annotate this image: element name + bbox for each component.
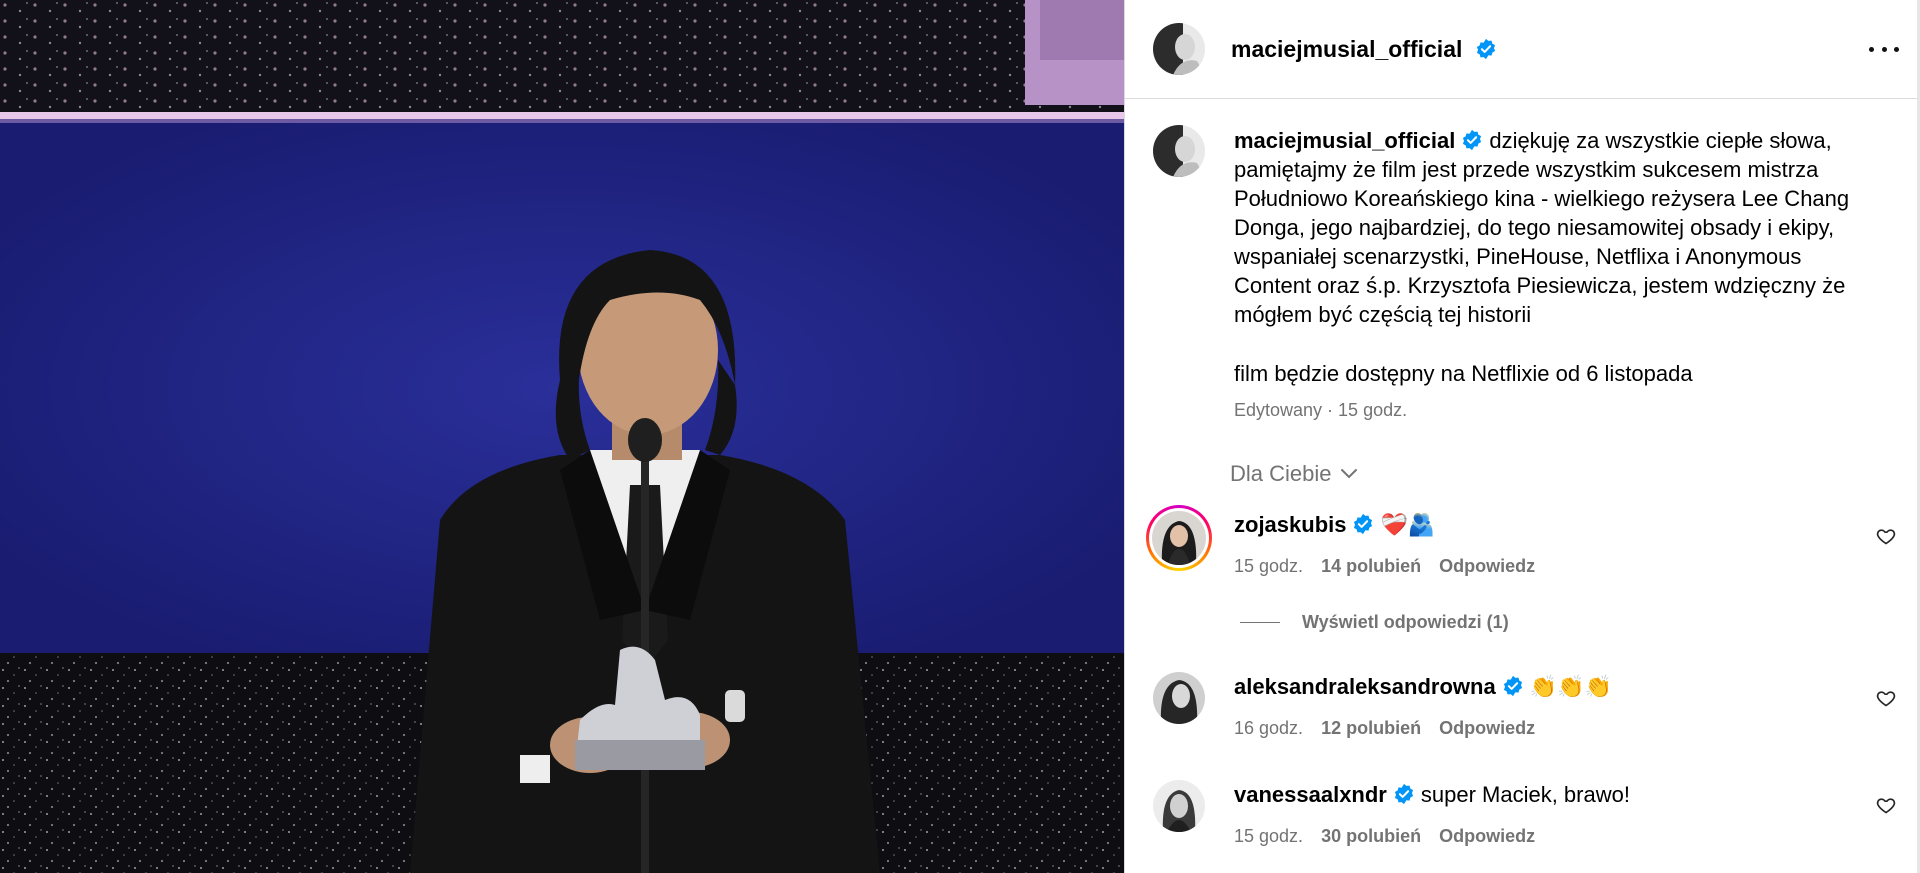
reply-button[interactable]: Odpowiedz (1439, 826, 1535, 847)
verified-badge-icon (1476, 38, 1495, 60)
comment-time[interactable]: 15 godz. (1234, 556, 1303, 577)
comment-username[interactable]: aleksandraleksandrowna (1234, 674, 1496, 699)
caption-text: dziękuję za wszystkie ciepłe słowa, pami… (1234, 128, 1850, 327)
commenter-avatar[interactable] (1153, 672, 1205, 724)
comment-1-meta: 15 godz. 14 polubień Odpowiedz (1234, 556, 1535, 577)
chevron-down-icon (1340, 469, 1357, 479)
verified-badge-icon (1503, 675, 1522, 697)
comment-likes[interactable]: 12 polubień (1321, 718, 1421, 739)
heart-icon[interactable] (1876, 526, 1896, 546)
comments-sort-label[interactable]: Dla Ciebie (1230, 461, 1332, 487)
post-media[interactable] (0, 0, 1124, 873)
story-ring-avatar[interactable] (1146, 505, 1212, 571)
comment-likes[interactable]: 30 polubień (1321, 826, 1421, 847)
comment-3: vanessaalxndr super Maciek, brawo! (1234, 781, 1630, 809)
author-avatar-image (1153, 23, 1205, 75)
post-photo (0, 0, 1124, 873)
comment-time[interactable]: 15 godz. (1234, 826, 1303, 847)
comment-2: aleksandraleksandrowna 👏👏👏 (1234, 673, 1612, 701)
author-avatar[interactable] (1153, 23, 1205, 75)
replies-divider (1240, 622, 1280, 623)
author-username-text[interactable]: maciejmusial_official (1231, 36, 1462, 62)
view-replies-button[interactable]: Wyświetl odpowiedzi (1) (1240, 612, 1509, 633)
comment-text: super Maciek, brawo! (1420, 782, 1630, 807)
comment-likes[interactable]: 14 polubień (1321, 556, 1421, 577)
heart-icon[interactable] (1876, 795, 1896, 815)
reply-button[interactable]: Odpowiedz (1439, 718, 1535, 739)
comment-1: zojaskubis ❤️‍🩹🫂 (1234, 511, 1435, 539)
comments-sort-dropdown[interactable]: Dla Ciebie (1230, 461, 1358, 487)
post-caption: maciejmusial_official dziękuję za wszyst… (1234, 126, 1874, 329)
comment-username[interactable]: vanessaalxndr (1234, 782, 1387, 807)
comment-3-meta: 15 godz. 30 polubień Odpowiedz (1234, 826, 1535, 847)
verified-badge-icon (1354, 513, 1373, 535)
verified-badge-icon (1463, 129, 1482, 151)
caption-author-username[interactable]: maciejmusial_official (1234, 128, 1455, 153)
reply-button[interactable]: Odpowiedz (1439, 556, 1535, 577)
commenter-avatar-image (1153, 672, 1205, 724)
author-username[interactable]: maciejmusial_official (1231, 36, 1497, 62)
caption-text-second-paragraph: film będzie dostępny na Netflixie od 6 l… (1234, 361, 1693, 386)
heart-icon[interactable] (1876, 688, 1896, 708)
comment-text: 👏👏👏 (1529, 674, 1612, 699)
comment-2-meta: 16 godz. 12 polubień Odpowiedz (1234, 718, 1535, 739)
post-header: maciejmusial_official (1125, 0, 1920, 99)
post-meta: Edytowany · 15 godz. (1234, 400, 1408, 420)
commenter-avatar-image (1153, 780, 1205, 832)
caption-author-avatar-image (1153, 125, 1205, 177)
comment-text: ❤️‍🩹🫂 (1380, 512, 1436, 537)
view-replies-label[interactable]: Wyświetl odpowiedzi (1) (1302, 612, 1509, 633)
comment-time[interactable]: 16 godz. (1234, 718, 1303, 739)
verified-badge-icon (1394, 783, 1413, 805)
commenter-avatar-image (1152, 511, 1206, 565)
caption-author-avatar[interactable] (1153, 125, 1205, 177)
comment-username[interactable]: zojaskubis (1234, 512, 1346, 537)
more-options-icon[interactable] (1869, 36, 1899, 62)
post-details-panel: maciejmusial_official maciejmusial_offic… (1124, 0, 1920, 873)
commenter-avatar[interactable] (1153, 780, 1205, 832)
